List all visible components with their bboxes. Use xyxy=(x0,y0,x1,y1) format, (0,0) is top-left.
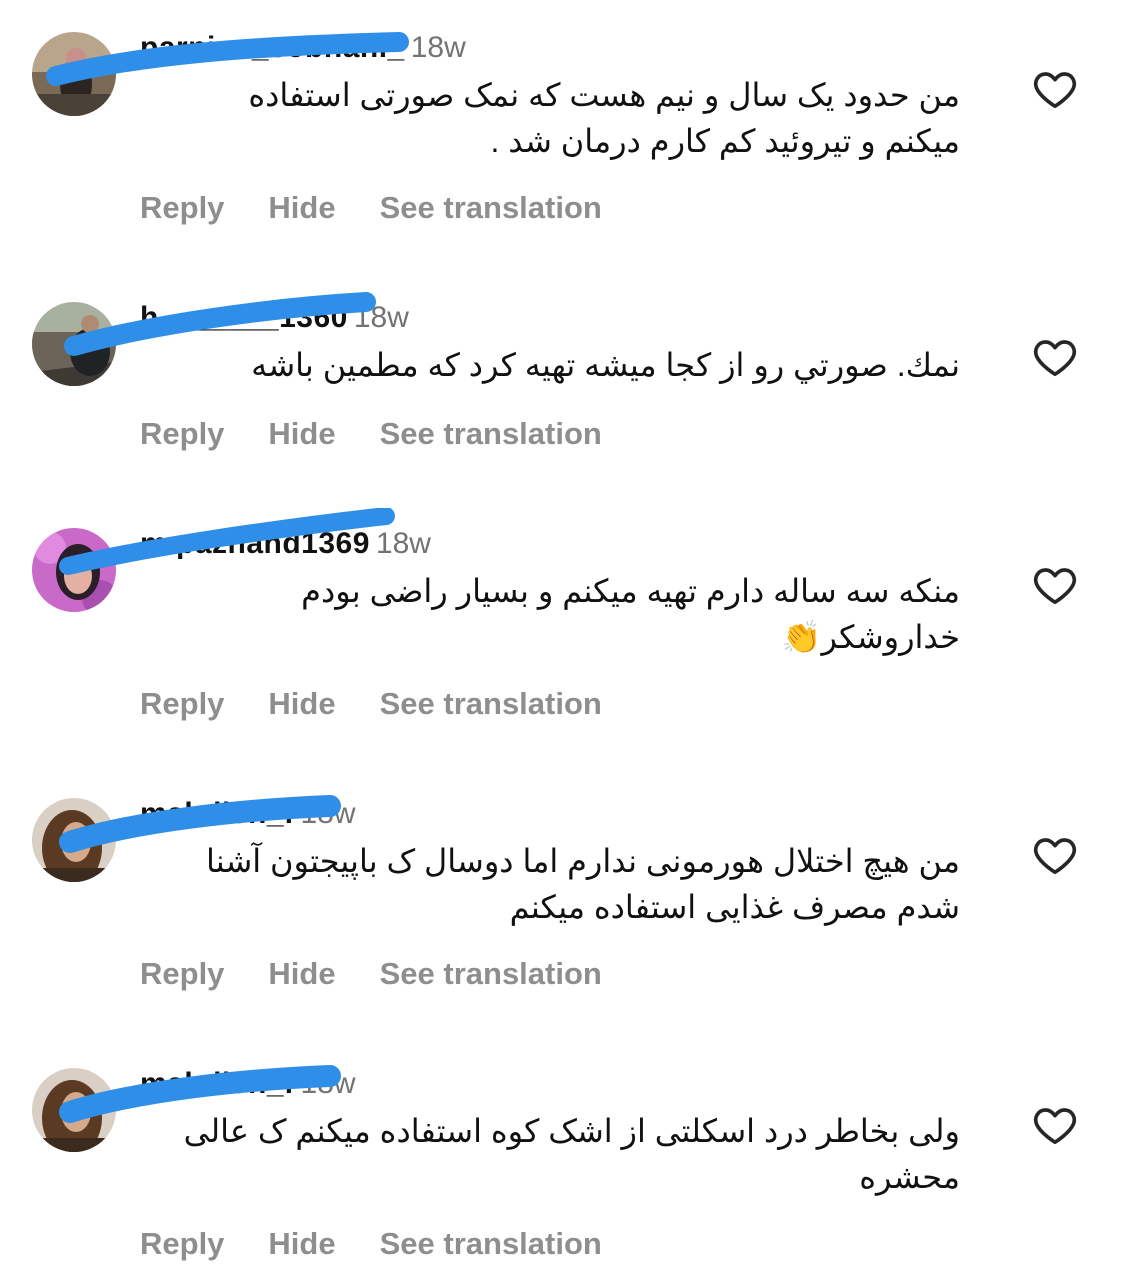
comment-header: h_______1360 18w xyxy=(140,298,409,338)
avatar[interactable] xyxy=(32,32,116,116)
comment-text: نمك. صورتي رو از كجا ميشه تهيه كرد که مط… xyxy=(140,342,960,388)
comment-header: m.pazhand1369 18w xyxy=(140,524,431,564)
comment-actions: Reply Hide See translation xyxy=(140,414,646,454)
comment-text-line: ولی بخاطر درد اسکلتی از اشک کوه استفاده … xyxy=(183,1113,960,1149)
hide-button[interactable]: Hide xyxy=(268,1224,335,1264)
comment-text: ولی بخاطر درد اسکلتی از اشک کوه استفاده … xyxy=(140,1108,960,1200)
comment-item: mahdieh_f 18w من هیچ اختلال هورمونی ندار… xyxy=(0,794,1129,1004)
comment-text-line: شدم مصرف غذایی استفاده میکنم xyxy=(509,889,960,925)
heart-outline-icon[interactable] xyxy=(1032,334,1078,380)
username[interactable]: h_______1360 xyxy=(140,298,348,338)
timestamp: 18w xyxy=(375,527,431,560)
comment-actions: Reply Hide See translation xyxy=(140,1224,646,1264)
avatar[interactable] xyxy=(32,1068,116,1152)
comment-header: mahdieh_f 18w xyxy=(140,794,356,834)
comment-item: m.pazhand1369 18w منکه سه ساله دارم تهیه… xyxy=(0,508,1129,734)
see-translation-button[interactable]: See translation xyxy=(380,684,602,724)
timestamp: 18w xyxy=(410,31,466,64)
comment-text-line: منکه سه ساله دارم تهیه میکنم و بسیار راض… xyxy=(301,573,960,609)
username[interactable]: mahdieh_f xyxy=(140,1064,295,1104)
comment-text: من هیچ اختلال هورمونی ندارم اما دوسال ک … xyxy=(140,838,960,930)
hide-button[interactable]: Hide xyxy=(268,188,335,228)
hide-button[interactable]: Hide xyxy=(268,414,335,454)
comment-text-line: خداروشکر👏 xyxy=(781,619,960,655)
username[interactable]: mahdieh_f xyxy=(140,794,295,834)
comment-actions: Reply Hide See translation xyxy=(140,954,646,994)
comment-item: parnian_sobhani_ 18w من حدود یک سال و نی… xyxy=(0,28,1129,238)
avatar[interactable] xyxy=(32,302,116,386)
username[interactable]: m.pazhand1369 xyxy=(140,524,370,564)
heart-outline-icon[interactable] xyxy=(1032,562,1078,608)
reply-button[interactable]: Reply xyxy=(140,414,224,454)
heart-outline-icon[interactable] xyxy=(1032,832,1078,878)
comment-item: h_______1360 18w نمك. صورتي رو از كجا مي… xyxy=(0,292,1129,458)
avatar[interactable] xyxy=(32,528,116,612)
reply-button[interactable]: Reply xyxy=(140,1224,224,1264)
hide-button[interactable]: Hide xyxy=(268,954,335,994)
comment-text-line: من هیچ اختلال هورمونی ندارم اما دوسال ک … xyxy=(206,843,960,879)
hide-button[interactable]: Hide xyxy=(268,684,335,724)
comment-text-line: محشره xyxy=(859,1159,960,1195)
heart-outline-icon[interactable] xyxy=(1032,66,1078,112)
heart-outline-icon[interactable] xyxy=(1032,1102,1078,1148)
comment-actions: Reply Hide See translation xyxy=(140,188,646,228)
comment-text: من حدود یک سال و نیم هست که نمک صورتی اس… xyxy=(140,72,960,164)
reply-button[interactable]: Reply xyxy=(140,188,224,228)
timestamp: 18w xyxy=(353,301,409,334)
avatar[interactable] xyxy=(32,798,116,882)
comment-text-line: نمك. صورتي رو از كجا ميشه تهيه كرد که مط… xyxy=(251,347,960,383)
comment-item: mahdieh_f 18w ولی بخاطر درد اسکلتی از اش… xyxy=(0,1064,1129,1274)
timestamp: 18w xyxy=(300,1067,356,1100)
comment-text-line: میکنم و تیروئید کم کارم درمان شد . xyxy=(490,123,960,159)
see-translation-button[interactable]: See translation xyxy=(380,188,602,228)
comment-text-line: من حدود یک سال و نیم هست که نمک صورتی اس… xyxy=(248,77,960,113)
comment-text: منکه سه ساله دارم تهیه میکنم و بسیار راض… xyxy=(140,568,960,660)
see-translation-button[interactable]: See translation xyxy=(380,1224,602,1264)
comment-actions: Reply Hide See translation xyxy=(140,684,646,724)
reply-button[interactable]: Reply xyxy=(140,954,224,994)
timestamp: 18w xyxy=(300,797,356,830)
see-translation-button[interactable]: See translation xyxy=(380,414,602,454)
username[interactable]: parnian_sobhani_ xyxy=(140,28,405,68)
comment-header: parnian_sobhani_ 18w xyxy=(140,28,466,68)
see-translation-button[interactable]: See translation xyxy=(380,954,602,994)
reply-button[interactable]: Reply xyxy=(140,684,224,724)
comment-header: mahdieh_f 18w xyxy=(140,1064,356,1104)
